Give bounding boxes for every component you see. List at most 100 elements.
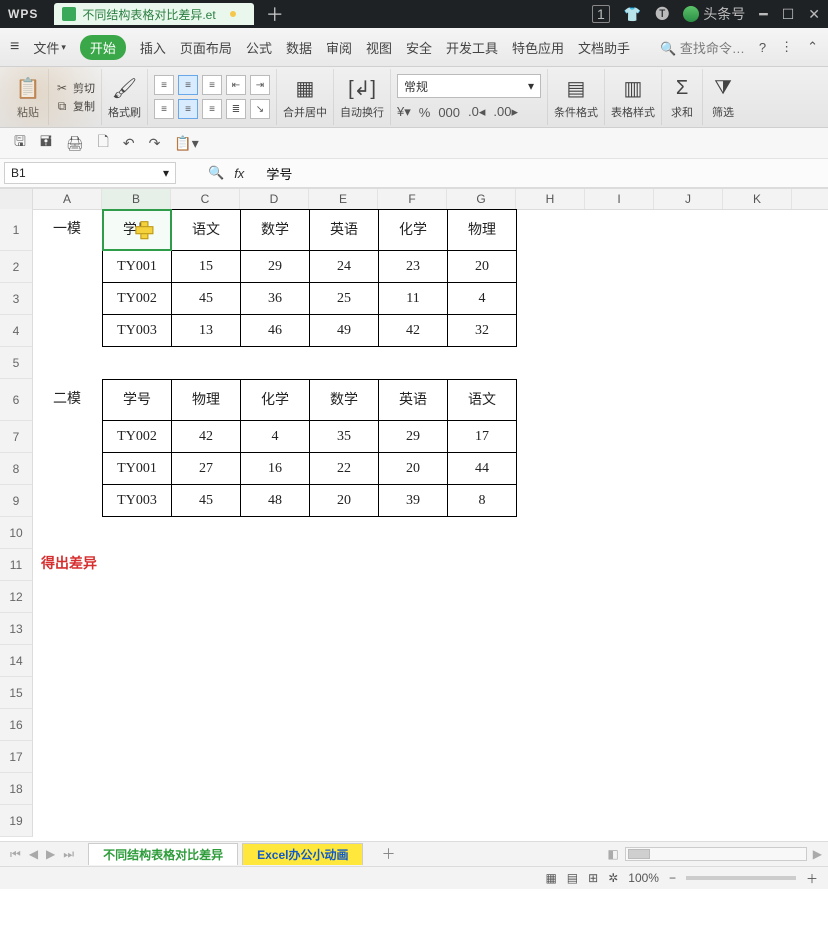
paste-label[interactable]: 粘贴 [17,104,39,120]
currency-button[interactable]: ¥▾ [397,104,411,120]
col-G[interactable]: G [447,189,516,209]
cell[interactable] [33,773,102,805]
wrap-label[interactable]: 自动换行 [340,104,384,120]
cell[interactable] [240,549,309,581]
tab-docassist[interactable]: 文档助手 [578,38,630,57]
cell[interactable] [171,613,240,645]
cell[interactable] [723,347,792,379]
cell[interactable] [585,677,654,709]
cell[interactable] [378,773,447,805]
cell[interactable] [585,709,654,741]
funnel-icon[interactable]: ⧩ [709,74,737,102]
row-header[interactable]: 6 [0,379,33,421]
cell[interactable] [654,347,723,379]
cell[interactable] [655,209,724,251]
cell[interactable] [33,517,102,549]
cell[interactable] [654,581,723,613]
cell[interactable] [586,485,655,517]
cell[interactable]: 48 [241,485,310,517]
cell[interactable] [516,581,585,613]
cell[interactable] [586,315,655,347]
cell[interactable]: 29 [241,251,310,283]
cut-button[interactable]: ✂剪切 [55,80,95,96]
cell[interactable] [723,677,792,709]
cell[interactable] [654,805,723,837]
cell[interactable] [33,453,102,485]
cell[interactable]: TY002 [102,421,172,453]
cell[interactable] [33,741,102,773]
cell[interactable] [447,549,516,581]
tab-pagelayout[interactable]: 页面布局 [180,38,232,57]
cell[interactable] [655,453,724,485]
cell[interactable] [33,677,102,709]
zoom-in-button[interactable]: ＋ [806,870,818,887]
cell[interactable] [654,741,723,773]
cell[interactable] [240,517,309,549]
row-header[interactable]: 17 [0,741,33,773]
skin-icon[interactable]: 👕 [624,6,641,23]
zoom-fx-icon[interactable]: 🔍 [208,165,224,181]
cell[interactable]: 20 [448,251,517,283]
paste-icon[interactable]: 📋 [14,74,42,102]
cell[interactable] [516,741,585,773]
cell[interactable]: 语文 [172,209,241,251]
help-button[interactable]: ? [759,40,766,55]
cell[interactable] [517,379,586,421]
cell[interactable]: 英语 [379,379,448,421]
scroll-right-icon[interactable]: ▶ [813,847,822,861]
row-header[interactable]: 1 [0,209,33,251]
col-J[interactable]: J [654,189,723,209]
wrap-icon[interactable]: [↲] [348,74,376,102]
decrease-decimal-button[interactable]: .00▸ [493,104,518,120]
col-D[interactable]: D [240,189,309,209]
cell[interactable]: 化学 [241,379,310,421]
cell[interactable] [447,517,516,549]
cell[interactable] [102,773,171,805]
cell[interactable]: 27 [172,453,241,485]
percent-button[interactable]: % [419,105,431,120]
cell[interactable] [309,645,378,677]
cell[interactable] [724,379,793,421]
cell[interactable] [724,485,793,517]
cell[interactable]: 数学 [241,209,310,251]
conditional-format-icon[interactable]: ▤ [562,74,590,102]
row-header[interactable]: 12 [0,581,33,613]
scroll-thumb[interactable] [628,849,650,859]
more-button[interactable]: ⋮ [780,39,793,55]
cell[interactable] [723,549,792,581]
tab-start[interactable]: 开始 [80,35,126,60]
col-K[interactable]: K [723,189,792,209]
cell[interactable] [654,645,723,677]
cell[interactable]: 语文 [448,379,517,421]
cell[interactable] [586,283,655,315]
cell[interactable] [171,645,240,677]
condfmt-label[interactable]: 条件格式 [554,104,598,120]
cell[interactable]: 20 [310,485,379,517]
cell[interactable]: TY002 [102,283,172,315]
cell[interactable] [378,709,447,741]
orientation[interactable]: ↘ [250,99,270,119]
cell[interactable] [447,613,516,645]
close-button[interactable]: ✕ [808,6,820,23]
cell[interactable] [724,209,793,251]
tab-security[interactable]: 安全 [406,38,432,57]
row-header[interactable]: 5 [0,347,33,379]
qa-saveas-icon[interactable]: 🖬 [40,131,52,155]
cell[interactable] [585,773,654,805]
align-top-left[interactable]: ≡ [154,75,174,95]
cell[interactable]: 二模 [33,379,102,421]
command-search[interactable]: 🔍 查找命令… [660,38,745,57]
cell[interactable] [723,741,792,773]
cell[interactable]: 45 [172,485,241,517]
zoom-out-button[interactable]: − [669,871,676,885]
col-C[interactable]: C [171,189,240,209]
cell[interactable] [585,645,654,677]
cell[interactable] [723,517,792,549]
cell[interactable] [102,347,171,379]
cell[interactable] [586,379,655,421]
cell[interactable] [33,581,102,613]
cell[interactable] [171,741,240,773]
row-header[interactable]: 14 [0,645,33,677]
cell[interactable] [378,677,447,709]
cell[interactable]: 数学 [310,379,379,421]
